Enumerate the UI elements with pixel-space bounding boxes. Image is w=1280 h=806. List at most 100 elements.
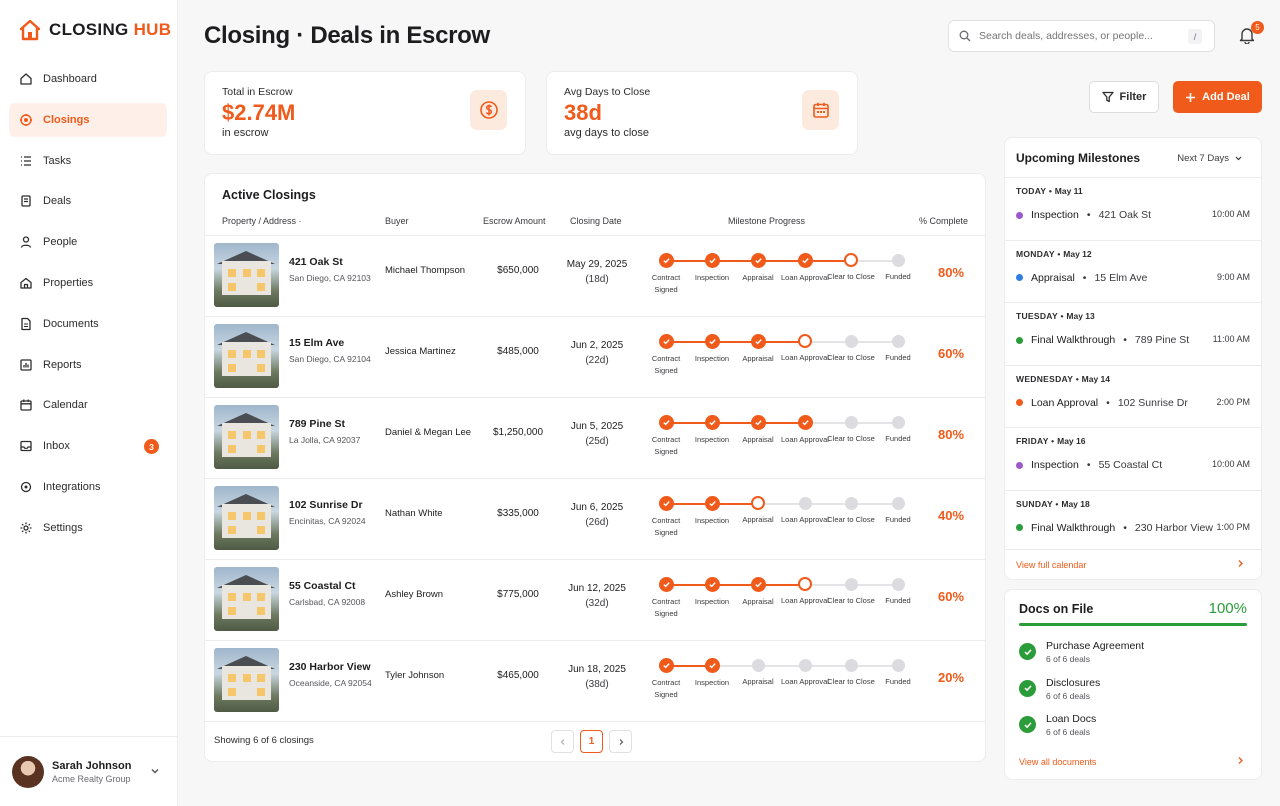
doc-item[interactable]: Disclosures 6 of 6 deals xyxy=(1019,677,1100,701)
percent-complete: 80% xyxy=(937,265,965,280)
col-property[interactable]: Property / Address · xyxy=(222,216,302,226)
doc-count: 6 of 6 deals xyxy=(1046,727,1090,737)
milestone-event[interactable]: Inspection • 421 Oak St xyxy=(1016,209,1151,221)
user-profile[interactable]: Sarah Johnson Acme Realty Group xyxy=(0,736,178,806)
sidebar-item-documents[interactable]: Documents xyxy=(9,307,167,341)
check-circle-icon xyxy=(704,577,720,592)
sidebar-item-reports[interactable]: Reports xyxy=(9,348,167,382)
prev-page-button[interactable] xyxy=(551,730,574,753)
event-type: Inspection xyxy=(1031,209,1079,221)
property-thumbnail[interactable] xyxy=(214,405,279,469)
property-thumbnail[interactable] xyxy=(214,243,279,307)
milestone-step: Funded xyxy=(874,411,922,445)
milestone-event[interactable]: Final Walkthrough • 789 Pine St xyxy=(1016,334,1189,346)
doc-count: 6 of 6 deals xyxy=(1046,690,1090,701)
search-box[interactable]: / xyxy=(948,20,1215,52)
property-thumbnail[interactable] xyxy=(214,324,279,388)
property-address[interactable]: 230 Harbor View xyxy=(289,661,371,673)
sidebar-item-settings[interactable]: Settings xyxy=(9,511,167,545)
milestone-label: Funded xyxy=(885,272,911,281)
day-label: SUNDAY • May 18 xyxy=(1016,498,1090,509)
view-documents-link[interactable]: View all documents xyxy=(1019,757,1096,767)
sidebar-item-label: Settings xyxy=(43,521,83,534)
property-address[interactable]: 421 Oak St xyxy=(289,256,343,268)
escrow-amount: $650,000 xyxy=(497,265,539,276)
event-dot-icon xyxy=(1016,274,1023,281)
filter-button[interactable]: Filter xyxy=(1089,81,1159,113)
next-page-button[interactable] xyxy=(609,730,632,753)
view-calendar-link[interactable]: View full calendar xyxy=(1016,560,1086,570)
table-row[interactable]: 55 Coastal Ct Carlsbad, CA 92008 Ashley Br… xyxy=(205,560,985,641)
milestone-step: Loan Approval xyxy=(781,492,829,526)
chevron-right-icon[interactable] xyxy=(1236,756,1245,765)
property-address[interactable]: 55 Coastal Ct xyxy=(289,580,356,592)
property-address[interactable]: 15 Elm Ave xyxy=(289,337,344,349)
sidebar-item-dashboard[interactable]: Dashboard xyxy=(9,62,167,96)
sidebar-item-integrations[interactable]: Integrations xyxy=(9,470,167,504)
milestone-step: Appraisal xyxy=(734,249,782,284)
milestone-event[interactable]: Loan Approval • 102 Sunrise Dr xyxy=(1016,397,1188,409)
chevron-down-icon[interactable] xyxy=(150,766,160,776)
milestone-pending-icon xyxy=(844,335,858,348)
sidebar-item-deals[interactable]: Deals xyxy=(9,184,167,218)
table-row[interactable]: 15 Elm Ave San Diego, CA 92104 Jessica Mar… xyxy=(205,317,985,398)
doc-item[interactable]: Loan Docs 6 of 6 deals xyxy=(1019,713,1096,737)
search-icon xyxy=(959,30,971,42)
calendar-icon xyxy=(20,399,32,412)
day-label: WEDNESDAY • May 14 xyxy=(1016,373,1110,384)
search-input[interactable] xyxy=(979,30,1179,42)
milestone-label: Appraisal xyxy=(742,515,774,524)
gear-icon xyxy=(20,522,32,534)
sidebar-item-calendar[interactable]: Calendar xyxy=(9,388,167,422)
col-buyer[interactable]: Buyer xyxy=(385,216,409,226)
milestone-step: Contract Signed xyxy=(642,411,690,458)
sidebar-item-inbox[interactable]: Inbox 3 xyxy=(9,429,167,463)
closings-icon xyxy=(20,113,32,126)
sidebar-item-properties[interactable]: Properties xyxy=(9,266,167,300)
milestone-day: WEDNESDAY • May 14 Loan Approval • 102 Su… xyxy=(1005,364,1261,427)
milestone-label: Inspection xyxy=(694,516,730,525)
avatar[interactable] xyxy=(12,755,44,788)
plus-icon xyxy=(1186,92,1196,102)
property-thumbnail[interactable] xyxy=(214,486,279,550)
col-closing-date[interactable]: Closing Date xyxy=(570,216,622,226)
event-place: 15 Elm Ave xyxy=(1094,271,1148,284)
sidebar-item-people[interactable]: People xyxy=(9,225,167,259)
docs-on-file-panel: Docs on File 100% Purchase Agreement 6 of… xyxy=(1004,589,1262,780)
sidebar-item-tasks[interactable]: Tasks xyxy=(9,144,167,178)
property-thumbnail[interactable] xyxy=(214,567,279,631)
range-dropdown[interactable]: Next 7 Days xyxy=(1177,153,1243,164)
sidebar-item-closings[interactable]: Closings xyxy=(9,102,167,137)
table-row[interactable]: 102 Sunrise Dr Encinitas, CA 92024 Nathan … xyxy=(205,479,985,560)
range-label: Next 7 Days xyxy=(1177,153,1229,164)
property-thumbnail[interactable] xyxy=(214,648,279,712)
table-row[interactable]: 789 Pine St La Jolla, CA 92037 Daniel & Me… xyxy=(205,398,985,479)
table-row[interactable]: 421 Oak St San Diego, CA 92103 Michael Tho… xyxy=(205,236,985,317)
milestone-event[interactable]: Final Walkthrough • 230 Harbor View xyxy=(1016,522,1213,534)
col-escrow-amount[interactable]: Escrow Amount xyxy=(483,216,546,226)
event-place: 55 Coastal Ct xyxy=(1098,459,1163,471)
doc-item[interactable]: Purchase Agreement 6 of 6 deals xyxy=(1019,640,1144,664)
property-address[interactable]: 789 Pine St xyxy=(289,418,345,430)
milestone-event[interactable]: Inspection • 55 Coastal Ct xyxy=(1016,459,1162,471)
milestone-label: Funded xyxy=(885,677,911,686)
milestone-step: Inspection xyxy=(688,249,736,284)
calendar-icon xyxy=(802,90,839,130)
col-pct-complete[interactable]: % Complete xyxy=(919,216,968,226)
milestone-track: Contract Signed Inspection Appraisal Loan A… xyxy=(638,492,911,552)
milestone-label: Contract Signed xyxy=(651,597,681,618)
property-address[interactable]: 102 Sunrise Dr xyxy=(289,499,363,511)
table-row[interactable]: 230 Harbor View Oceanside, CA 92054 Tyler … xyxy=(205,641,985,722)
page-button-1[interactable]: 1 xyxy=(580,730,603,753)
milestone-label: Loan Approval xyxy=(781,515,829,524)
chevron-right-icon[interactable] xyxy=(1236,559,1245,568)
add-deal-button[interactable]: Add Deal xyxy=(1173,81,1262,113)
stat-card-avg-days: Avg Days to Close 38d avg days to close xyxy=(546,71,858,155)
day-label: TODAY • May 11 xyxy=(1016,186,1083,196)
milestone-event[interactable]: Appraisal • 15 Elm Ave xyxy=(1016,272,1147,284)
docs-progress-bar xyxy=(1019,623,1247,626)
milestone-track: Contract Signed Inspection Appraisal Loan A… xyxy=(638,573,911,633)
logo[interactable]: CLOSING HUB xyxy=(18,18,171,42)
escrow-amount: $775,000 xyxy=(497,589,539,600)
buyer-name: Nathan White xyxy=(385,508,443,519)
